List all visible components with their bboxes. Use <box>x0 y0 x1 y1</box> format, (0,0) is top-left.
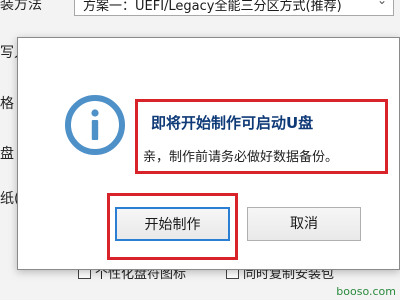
chevron-down-icon: ⌄ <box>376 0 387 7</box>
cancel-button[interactable]: 取消 <box>247 207 361 241</box>
info-glyph <box>91 109 99 140</box>
dialog-message: 亲，制作前请务必做好数据备份。 <box>143 150 339 165</box>
install-method-value: 方案一：UEFI/Legacy全能三分区方式(推荐) <box>83 0 342 14</box>
bg-partial-label-3: 盘 <box>0 146 14 162</box>
info-icon <box>65 95 125 155</box>
message-highlight-box: 即将开始制作可启动U盘 亲，制作前请务必做好数据备份。 <box>135 99 388 174</box>
install-method-select[interactable]: 方案一：UEFI/Legacy全能三分区方式(推荐) ⌄ <box>74 0 394 16</box>
start-make-button[interactable]: 开始制作 <box>115 207 230 241</box>
watermark: booso.com <box>336 285 396 298</box>
bg-partial-label-2: 格 <box>0 96 14 112</box>
dialog-title: 即将开始制作可启动U盘 <box>151 114 314 132</box>
confirm-dialog: 即将开始制作可启动U盘 亲，制作前请务必做好数据备份。 开始制作 取消 <box>17 37 400 270</box>
install-method-label: 装方法 <box>0 0 42 13</box>
